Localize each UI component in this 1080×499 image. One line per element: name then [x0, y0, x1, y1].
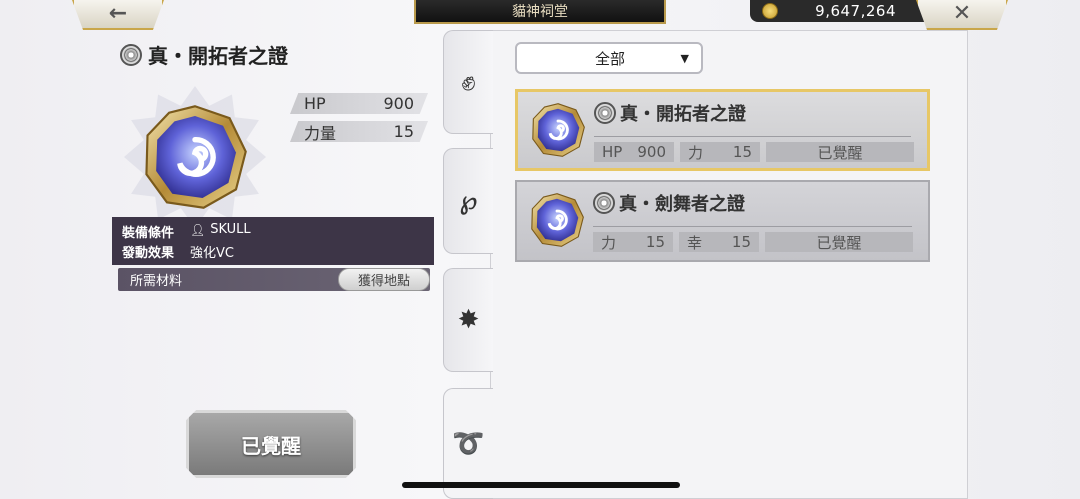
effect-value: 強化VC	[190, 246, 234, 261]
stat-value: 900	[383, 94, 414, 113]
effect-label: 發動效果	[122, 246, 175, 261]
stat-value: 900	[637, 143, 666, 161]
divider	[593, 226, 912, 227]
equip-condition: 👤︎ SKULL	[190, 222, 251, 237]
stat-label: HP	[602, 143, 623, 161]
screen-title: 貓神祠堂	[414, 0, 666, 24]
gold-amount: 9,647,264	[815, 2, 896, 20]
stat-value: 15	[732, 143, 752, 161]
tab-compass-star[interactable]: ✸	[443, 268, 493, 372]
stat-row-power: 力量 15	[290, 121, 428, 142]
stat-chip: 力 15	[680, 142, 760, 162]
stat-chip: 力 15	[593, 232, 673, 252]
card-title: 真・劍舞者之證	[593, 190, 745, 216]
coin-icon	[762, 3, 778, 19]
back-button[interactable]: ←	[72, 0, 164, 30]
tab-fist[interactable]: ✊︎	[443, 30, 493, 134]
stat-label: 力	[601, 233, 617, 252]
stat-row-hp: HP 900	[290, 93, 428, 114]
card-title: 真・開拓者之證	[594, 100, 746, 126]
stat-value: 15	[393, 122, 414, 141]
spiral-icon: ➰	[452, 428, 485, 459]
gem-icon	[530, 192, 585, 248]
emblem-icon	[593, 192, 615, 214]
swirl-hook-icon: ℘	[459, 186, 478, 216]
fist-icon: ✊︎	[461, 66, 476, 97]
info-panel: 裝備條件 👤︎ SKULL 發動效果 強化VC	[112, 217, 434, 265]
obtain-location-button[interactable]: 獲得地點	[338, 268, 430, 291]
close-icon: ✕	[952, 1, 972, 26]
equip-condition-value: SKULL	[210, 222, 251, 237]
emblem-icon	[594, 102, 616, 124]
materials-bar: 所需材料 獲得地點	[118, 268, 430, 291]
materials-label: 所需材料	[130, 274, 183, 289]
compass-star-icon: ✸	[457, 305, 480, 335]
user-icon: 👤︎	[190, 222, 206, 237]
item-card[interactable]: 真・開拓者之證 HP 900 力 15 已覺醒	[515, 89, 930, 171]
stat-value: 15	[731, 233, 751, 251]
card-name: 真・開拓者之證	[620, 104, 746, 125]
stat-label: 力	[688, 143, 704, 162]
emblem-icon	[120, 43, 142, 66]
gem-icon	[531, 102, 586, 158]
tab-swirl-hook[interactable]: ℘	[443, 148, 493, 254]
filter-dropdown[interactable]: 全部 ▼	[515, 42, 703, 74]
item-gem-large	[124, 86, 266, 228]
chevron-down-icon: ▼	[680, 51, 689, 65]
stat-chip: HP 900	[594, 142, 674, 162]
stat-label: 幸	[687, 233, 703, 252]
close-button[interactable]: ✕	[916, 0, 1008, 30]
card-stats: HP 900 力 15 已覺醒	[594, 142, 914, 162]
status-badge: 已覺醒	[766, 142, 914, 162]
card-name: 真・劍舞者之證	[619, 194, 745, 215]
divider	[594, 136, 911, 137]
filter-selected: 全部	[595, 49, 626, 68]
stat-label: 力量	[304, 123, 337, 143]
status-badge: 已覺醒	[765, 232, 913, 252]
equip-condition-label: 裝備條件	[122, 226, 175, 241]
card-stats: 力 15 幸 15 已覺醒	[593, 232, 913, 252]
item-title: 真・開拓者之證	[120, 40, 288, 69]
stat-value: 15	[645, 233, 665, 251]
stat-label: HP	[304, 94, 326, 113]
stat-chip: 幸 15	[679, 232, 759, 252]
item-card[interactable]: 真・劍舞者之證 力 15 幸 15 已覺醒	[515, 180, 930, 262]
arrow-left-icon: ←	[108, 1, 128, 26]
gold-display: 9,647,264	[750, 0, 940, 22]
awakened-button[interactable]: 已覺醒	[186, 410, 356, 478]
item-name: 真・開拓者之證	[148, 44, 288, 68]
home-indicator	[402, 482, 680, 488]
